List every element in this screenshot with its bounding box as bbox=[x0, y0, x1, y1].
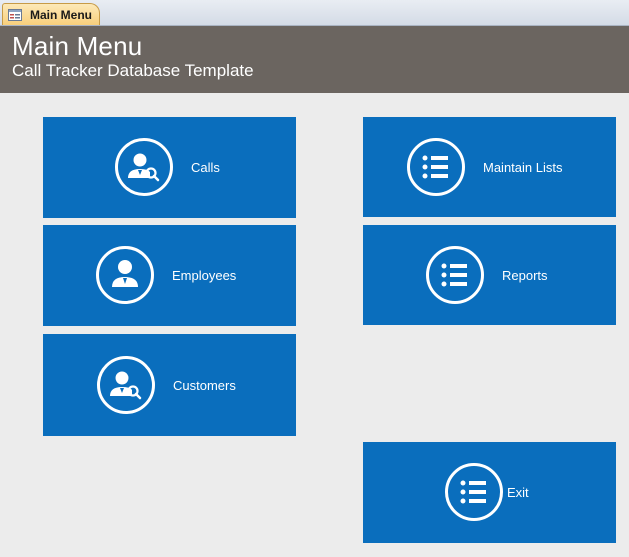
list-icon bbox=[407, 138, 465, 196]
customers-label: Customers bbox=[173, 378, 236, 393]
person-search-icon bbox=[115, 138, 173, 196]
exit-label: Exit bbox=[507, 485, 529, 500]
document-tab-bar: Main Menu bbox=[0, 0, 629, 26]
form-icon bbox=[8, 8, 22, 21]
exit-button[interactable]: Exit bbox=[363, 442, 616, 543]
tab-main-menu[interactable]: Main Menu bbox=[2, 3, 100, 25]
reports-button[interactable]: Reports bbox=[363, 225, 616, 325]
person-icon bbox=[96, 246, 154, 304]
employees-label: Employees bbox=[172, 268, 237, 283]
maintain-lists-label: Maintain Lists bbox=[483, 160, 563, 175]
list-icon bbox=[426, 246, 484, 304]
calls-button[interactable]: Calls bbox=[43, 117, 296, 218]
employees-button[interactable]: Employees bbox=[43, 225, 296, 326]
list-icon bbox=[445, 463, 503, 521]
page-title: Main Menu bbox=[12, 31, 143, 61]
person-search-icon bbox=[97, 356, 155, 414]
maintain-lists-button[interactable]: Maintain Lists bbox=[363, 117, 616, 217]
calls-label: Calls bbox=[191, 160, 220, 175]
customers-button[interactable]: Customers bbox=[43, 334, 296, 436]
page-subtitle: Call Tracker Database Template bbox=[12, 61, 254, 80]
reports-label: Reports bbox=[502, 268, 548, 283]
tab-label: Main Menu bbox=[30, 7, 92, 22]
form-header: Main Menu Call Tracker Database Template bbox=[0, 26, 629, 93]
